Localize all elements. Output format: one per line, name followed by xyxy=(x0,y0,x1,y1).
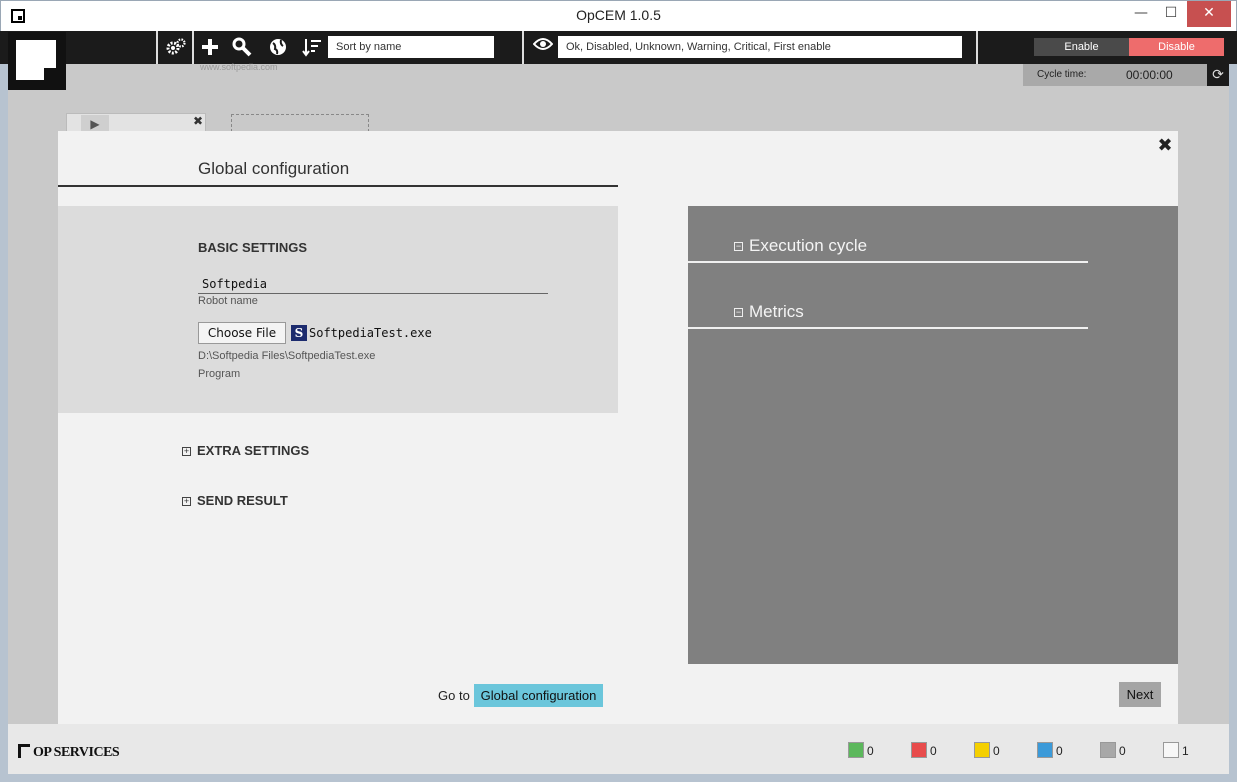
collapse-icon: − xyxy=(734,241,743,251)
status-critical-count[interactable]: 0 xyxy=(911,742,937,758)
send-result-toggle[interactable]: + SEND RESULT xyxy=(182,493,288,508)
execution-cycle-toggle[interactable]: − Execution cycle xyxy=(734,236,867,256)
close-icon[interactable]: ✖ xyxy=(1155,136,1175,156)
status-swatch xyxy=(848,742,864,758)
status-first-enable-count[interactable]: 1 xyxy=(1163,742,1189,758)
robot-card: ▶ ✖ xyxy=(66,113,206,133)
minimize-button[interactable]: — xyxy=(1127,1,1155,27)
metrics-toggle[interactable]: − Metrics xyxy=(734,302,804,322)
basic-settings-panel: BASIC SETTINGS Softpedia Robot name Choo… xyxy=(58,206,618,413)
dialog-title: Global configuration xyxy=(198,159,350,178)
enable-button[interactable]: Enable xyxy=(1034,38,1129,56)
next-button[interactable]: Next xyxy=(1119,682,1161,707)
collapse-icon: − xyxy=(734,307,743,317)
selected-file-name: SoftpediaTest.exe xyxy=(309,326,432,340)
send-result-label: SEND RESULT xyxy=(197,493,288,508)
robot-name-label: Robot name xyxy=(198,295,258,307)
program-path: D:\Softpedia Files\SoftpediaTest.exe xyxy=(198,350,376,362)
status-swatch xyxy=(1037,742,1053,758)
plus-icon[interactable] xyxy=(198,36,222,58)
status-swatch xyxy=(1163,742,1179,758)
cycle-time-label: Cycle time: xyxy=(1037,69,1087,80)
cycle-metrics-panel: − Execution cycle − Metrics xyxy=(688,206,1178,664)
status-footer: OP SERVICES 0 0 0 0 0 1 xyxy=(8,724,1229,774)
expand-icon: + xyxy=(182,496,191,506)
sort-input[interactable]: Sort by name xyxy=(328,36,494,58)
robot-name-input[interactable]: Softpedia xyxy=(198,274,548,294)
status-swatch xyxy=(1100,742,1116,758)
refresh-icon[interactable]: ⟳ xyxy=(1207,64,1229,86)
status-filter-input[interactable]: Ok, Disabled, Unknown, Warning, Critical… xyxy=(558,36,962,58)
watermark: www.softpedia.com xyxy=(200,62,278,72)
global-configuration-dialog: ✖ Global configuration BASIC SETTINGS So… xyxy=(58,131,1178,724)
toolbar-separator xyxy=(522,31,524,64)
window-title: OpCEM 1.0.5 xyxy=(576,7,661,23)
window-frame-bottom xyxy=(0,774,1237,782)
wrench-icon[interactable] xyxy=(230,36,254,58)
execution-cycle-label: Execution cycle xyxy=(749,236,868,255)
drop-zone xyxy=(231,114,369,132)
metrics-label: Metrics xyxy=(749,302,804,321)
eye-icon[interactable] xyxy=(532,36,554,58)
remove-icon[interactable]: ✖ xyxy=(193,114,203,128)
cycle-time-bar: Cycle time: 00:00:00 xyxy=(1023,64,1229,86)
window-frame-right xyxy=(1229,64,1237,782)
status-swatch xyxy=(974,742,990,758)
status-warning-count[interactable]: 0 xyxy=(974,742,1000,758)
expand-icon: + xyxy=(182,446,191,456)
choose-file-button[interactable]: Choose File xyxy=(198,322,286,344)
window-frame-left xyxy=(0,64,8,782)
close-window-button[interactable]: ✕ xyxy=(1187,1,1231,27)
section-divider xyxy=(688,327,1088,329)
extra-settings-toggle[interactable]: + EXTRA SETTINGS xyxy=(182,443,309,458)
maximize-button[interactable]: ☐ xyxy=(1157,1,1185,27)
goto-label: Go to xyxy=(438,688,470,703)
opcem-logo xyxy=(8,32,66,90)
extra-settings-label: EXTRA SETTINGS xyxy=(197,443,310,458)
toolbar-separator xyxy=(156,31,158,64)
section-divider xyxy=(688,261,1088,263)
status-disabled-count[interactable]: 0 xyxy=(1100,742,1126,758)
title-divider xyxy=(58,185,618,187)
cycle-time-value: 00:00:00 xyxy=(1126,68,1173,82)
status-swatch xyxy=(911,742,927,758)
globe-icon[interactable] xyxy=(266,36,290,58)
toolbar-separator xyxy=(976,31,978,64)
brand-label: OP SERVICES xyxy=(33,745,120,760)
sort-icon[interactable] xyxy=(300,36,324,58)
gears-icon[interactable] xyxy=(164,36,188,58)
file-type-icon: S xyxy=(291,325,307,341)
status-ok-count[interactable]: 0 xyxy=(848,742,874,758)
op-services-logo: OP SERVICES xyxy=(18,744,120,761)
goto-global-configuration-button[interactable]: Global configuration xyxy=(474,684,603,707)
basic-settings-heading: BASIC SETTINGS xyxy=(198,240,308,255)
toolbar-separator xyxy=(192,31,194,64)
title-bar: OpCEM 1.0.5 — ☐ ✕ xyxy=(0,0,1237,31)
disable-button[interactable]: Disable xyxy=(1129,38,1224,56)
status-unknown-count[interactable]: 0 xyxy=(1037,742,1063,758)
program-label: Program xyxy=(198,368,241,380)
